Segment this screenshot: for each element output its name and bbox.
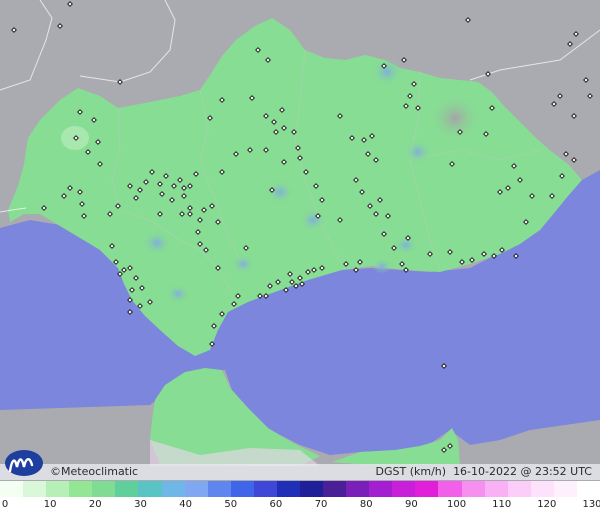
scale-swatch xyxy=(530,481,554,497)
scale-tick-label: 0 xyxy=(1,499,9,510)
scale-swatch xyxy=(115,481,139,497)
scale-swatch xyxy=(484,481,508,497)
scale-tick-label: 130 xyxy=(582,499,600,510)
scale-swatch xyxy=(46,481,70,497)
color-scale: 0 10 20 30 40 50 60 70 80 90 100 110 120 130 xyxy=(0,481,600,517)
scale-tick-label: 60 xyxy=(269,499,283,510)
scale-swatch xyxy=(415,481,439,497)
meteoclimatic-logo-icon xyxy=(5,450,43,476)
scale-swatch xyxy=(69,481,93,497)
credit-bar: ©Meteoclimatic DGST (km/h) 16-10-2022 @ … xyxy=(0,464,600,480)
brand-credit: ©Meteoclimatic xyxy=(50,464,138,480)
scale-tick-label: 110 xyxy=(492,499,512,510)
scale-tick-label: 90 xyxy=(405,499,418,510)
scale-tick-label: 80 xyxy=(359,499,373,510)
scale-colors xyxy=(0,481,600,497)
scale-swatch xyxy=(0,481,24,497)
brand-name: Meteoclimatic xyxy=(61,465,139,478)
scale-swatch xyxy=(553,481,577,497)
scale-swatch xyxy=(207,481,231,497)
scale-swatch xyxy=(230,481,254,497)
scale-tick-label: 10 xyxy=(43,499,57,510)
variable-label: DGST (km/h) xyxy=(375,465,447,478)
scale-tick-label: 40 xyxy=(179,499,192,510)
scale-swatch xyxy=(138,481,162,497)
scale-swatch xyxy=(253,481,277,497)
scale-swatch xyxy=(392,481,416,497)
scale-tick-label: 30 xyxy=(134,499,147,510)
scale-swatch xyxy=(161,481,185,497)
scale-swatch xyxy=(576,481,600,497)
timestamp: 16-10-2022 @ 23:52 UTC xyxy=(453,465,592,478)
scale-swatch xyxy=(184,481,208,497)
scale-swatch xyxy=(323,481,347,497)
scale-tick-label: 100 xyxy=(446,499,467,510)
scale-swatch xyxy=(461,481,485,497)
map-caption: DGST (km/h) 16-10-2022 @ 23:52 UTC xyxy=(376,464,592,480)
scale-swatch xyxy=(369,481,393,497)
scale-tick-label: 20 xyxy=(88,499,102,510)
scale-swatch xyxy=(300,481,324,497)
scale-tick-label: 120 xyxy=(537,499,557,510)
scale-tick-label: 50 xyxy=(224,499,238,510)
scale-swatch xyxy=(438,481,462,497)
scale-swatch xyxy=(507,481,531,497)
wind-gust-map xyxy=(0,0,600,517)
scale-swatch xyxy=(23,481,47,497)
scale-swatch xyxy=(92,481,116,497)
scale-labels: 0 10 20 30 40 50 60 70 80 90 100 110 120 130 xyxy=(0,497,600,517)
copyright-symbol: © xyxy=(50,465,61,478)
scale-swatch xyxy=(276,481,301,497)
scale-tick-label: 70 xyxy=(314,499,328,510)
scale-swatch xyxy=(346,481,370,497)
